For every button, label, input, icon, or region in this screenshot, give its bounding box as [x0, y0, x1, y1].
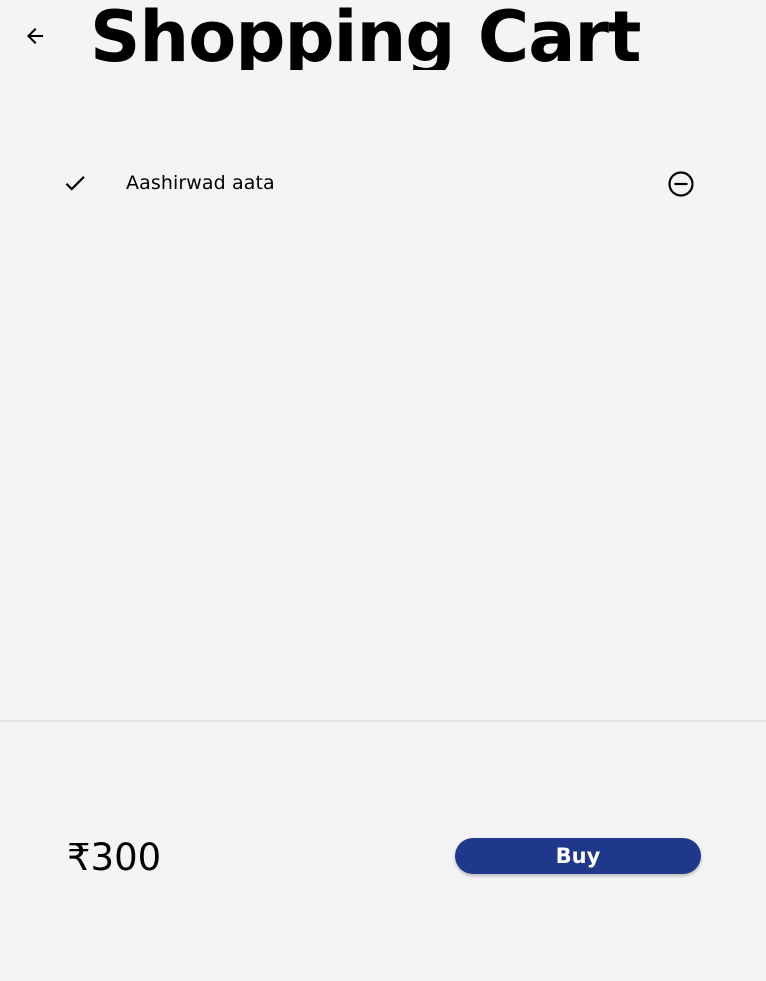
check-icon[interactable]: [60, 170, 90, 196]
remove-circle-icon: [668, 171, 694, 197]
arrow-back-icon: [27, 28, 43, 44]
app-header: Shopping Cart: [0, 0, 766, 70]
remove-item-button[interactable]: [665, 168, 697, 200]
back-button[interactable]: [20, 21, 50, 51]
cart-list: Aashirwad aata: [0, 160, 766, 206]
cart-item: Aashirwad aata: [0, 160, 766, 206]
cart-item-name: Aashirwad aata: [126, 172, 275, 194]
total-price: ₹300: [67, 836, 162, 879]
page-title: Shopping Cart: [90, 0, 641, 70]
footer-divider: [0, 720, 766, 722]
buy-button[interactable]: Buy: [455, 838, 701, 874]
